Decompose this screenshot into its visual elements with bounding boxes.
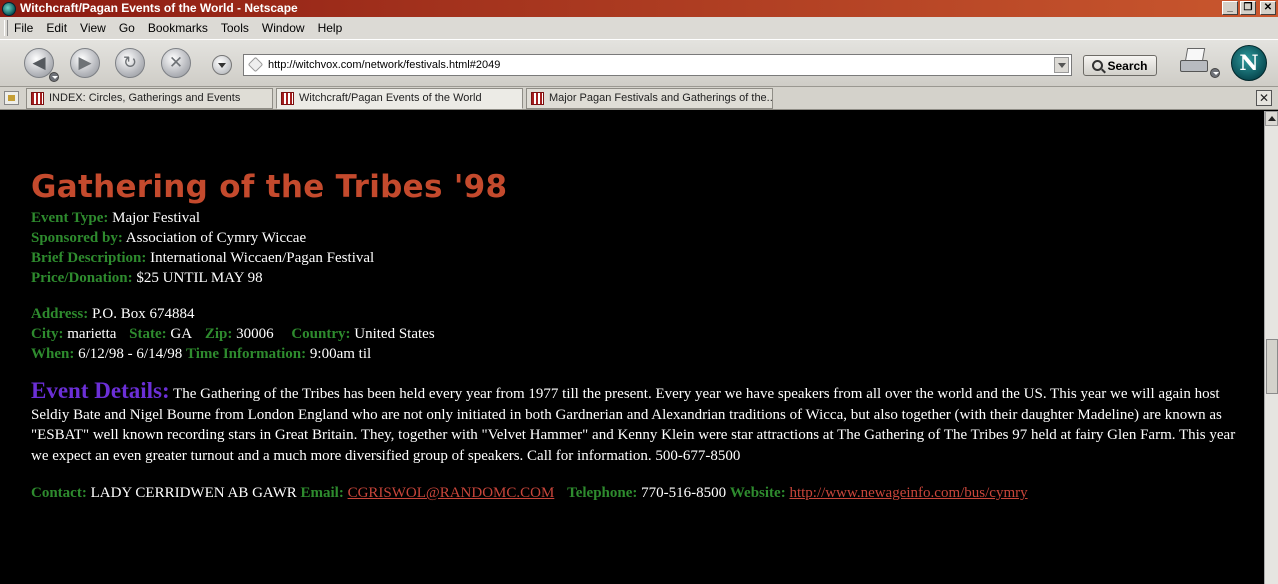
minimize-button[interactable]: _ <box>1222 1 1238 15</box>
printer-icon <box>1180 60 1208 72</box>
state-value: GA <box>170 326 193 342</box>
reload-icon: ↻ <box>122 53 138 73</box>
price-row: Price/Donation: $25 UNTIL MAY 98 <box>31 268 263 288</box>
netscape-logo[interactable]: N <box>1231 45 1267 81</box>
menu-tools[interactable]: Tools <box>221 21 249 35</box>
menu-grip <box>4 20 8 36</box>
when-label: When: <box>31 346 75 362</box>
sponsor-row: Sponsored by: Association of Cymry Wicca… <box>31 228 306 248</box>
sponsor-value: Association of Cymry Wiccae <box>125 230 307 246</box>
zip-value: 30006 <box>236 326 274 342</box>
tab-label: INDEX: Circles, Gatherings and Events <box>49 92 241 104</box>
telephone-label: Telephone: <box>567 485 638 501</box>
website-link[interactable]: http://www.newageinfo.com/bus/cymry <box>789 485 1027 501</box>
close-tab-button[interactable]: ✕ <box>1256 90 1272 106</box>
stop-icon: ✕ <box>168 53 184 73</box>
time-label: Time Information: <box>186 346 307 362</box>
address-row: Address: P.O. Box 674884 <box>31 304 195 324</box>
menu-view[interactable]: View <box>80 21 106 35</box>
event-title: Gathering of the Tribes '98 <box>31 169 508 205</box>
tab-index-circles[interactable]: INDEX: Circles, Gatherings and Events <box>26 88 273 109</box>
url-dropdown-button[interactable] <box>1054 57 1069 73</box>
email-link[interactable]: CGRISWOL@RANDOMC.COM <box>348 485 555 501</box>
tab-label: Witchcraft/Pagan Events of the World <box>299 92 482 104</box>
country-label: Country: <box>291 326 351 342</box>
history-dropdown-button[interactable] <box>212 55 232 75</box>
contact-row: Contact: LADY CERRIDWEN AB GAWR Email: C… <box>31 483 1028 503</box>
when-value: 6/12/98 - 6/14/98 <box>78 346 183 362</box>
menu-bookmarks[interactable]: Bookmarks <box>148 21 208 35</box>
print-dropdown[interactable] <box>1210 68 1220 78</box>
event-type-row: Event Type: Major Festival <box>31 208 200 228</box>
tab-label: Major Pagan Festivals and Gatherings of … <box>549 92 773 104</box>
when-row: When: 6/12/98 - 6/14/98 Time Information… <box>31 344 371 364</box>
tab-witchcraft-events[interactable]: Witchcraft/Pagan Events of the World <box>276 88 523 109</box>
page-content: Gathering of the Tribes '98 Event Type: … <box>0 111 1264 584</box>
url-text: http://witchvox.com/network/festivals.ht… <box>268 59 501 71</box>
menu-bar: File Edit View Go Bookmarks Tools Window… <box>0 17 1278 39</box>
time-value: 9:00am til <box>309 346 372 362</box>
netscape-icon <box>2 1 16 16</box>
close-window-button[interactable]: ✕ <box>1260 1 1276 15</box>
price-value: $25 UNTIL MAY 98 <box>136 270 263 286</box>
search-button-label: Search <box>1107 58 1148 73</box>
scroll-thumb[interactable] <box>1266 339 1278 394</box>
stop-button[interactable]: ✕ <box>161 48 191 78</box>
menu-window[interactable]: Window <box>262 21 305 35</box>
description-row: Brief Description: International Wiccaen… <box>31 248 374 268</box>
event-details-text: The Gathering of the Tribes has been hel… <box>31 386 1236 464</box>
vertical-scrollbar[interactable] <box>1264 111 1278 584</box>
menu-file[interactable]: File <box>14 21 33 35</box>
reload-button[interactable]: ↻ <box>115 48 145 78</box>
country-value: United States <box>354 326 435 342</box>
price-label: Price/Donation: <box>31 270 133 286</box>
telephone-value: 770-516-8500 <box>641 485 727 501</box>
state-label: State: <box>129 326 167 342</box>
description-label: Brief Description: <box>31 250 147 266</box>
address-label: Address: <box>31 306 89 322</box>
event-details: Event Details: The Gathering of the Trib… <box>31 378 1241 466</box>
search-button[interactable]: Search <box>1083 55 1157 76</box>
menu-go[interactable]: Go <box>119 21 135 35</box>
url-bar[interactable]: http://witchvox.com/network/festivals.ht… <box>243 54 1072 76</box>
back-history-dropdown[interactable] <box>49 72 59 82</box>
forward-arrow-icon: ▶ <box>78 53 92 73</box>
new-tab-icon[interactable] <box>4 91 19 105</box>
menu-help[interactable]: Help <box>318 21 343 35</box>
window-title-bar: Witchcraft/Pagan Events of the World - N… <box>0 0 1278 17</box>
back-arrow-icon: ◀ <box>32 53 46 73</box>
search-icon <box>1092 60 1104 71</box>
forward-button[interactable]: ▶ <box>70 48 100 78</box>
tab-favicon-icon <box>281 92 294 105</box>
city-value: marietta <box>67 326 117 342</box>
contact-label: Contact: <box>31 485 87 501</box>
tab-favicon-icon <box>31 92 44 105</box>
address-value: P.O. Box 674884 <box>91 306 195 322</box>
tab-major-festivals[interactable]: Major Pagan Festivals and Gatherings of … <box>526 88 773 109</box>
description-value: International Wiccaen/Pagan Festival <box>150 250 375 266</box>
menu-edit[interactable]: Edit <box>46 21 67 35</box>
scroll-up-button[interactable] <box>1265 111 1278 126</box>
city-label: City: <box>31 326 64 342</box>
tab-bar: INDEX: Circles, Gatherings and Events Wi… <box>0 87 1278 110</box>
email-label: Email: <box>300 485 344 501</box>
tab-favicon-icon <box>531 92 544 105</box>
location-row: City: marietta State: GA Zip: 30006 Coun… <box>31 324 435 344</box>
event-type-label: Event Type: <box>31 210 109 226</box>
restore-button[interactable]: ❐ <box>1240 1 1256 15</box>
window-title: Witchcraft/Pagan Events of the World - N… <box>20 1 298 15</box>
window-controls: _ ❐ ✕ <box>1222 1 1276 15</box>
sponsor-label: Sponsored by: <box>31 230 123 246</box>
contact-value: LADY CERRIDWEN AB GAWR <box>90 485 297 501</box>
navigation-toolbar: ◀ ▶ ↻ ✕ http://witchvox.com/network/fest… <box>0 39 1278 87</box>
event-type-value: Major Festival <box>112 210 201 226</box>
zip-label: Zip: <box>204 326 233 342</box>
event-details-label: Event Details: <box>31 378 170 403</box>
print-button[interactable] <box>1180 48 1210 74</box>
website-label: Website: <box>729 485 786 501</box>
page-proxy-icon[interactable] <box>247 56 264 73</box>
